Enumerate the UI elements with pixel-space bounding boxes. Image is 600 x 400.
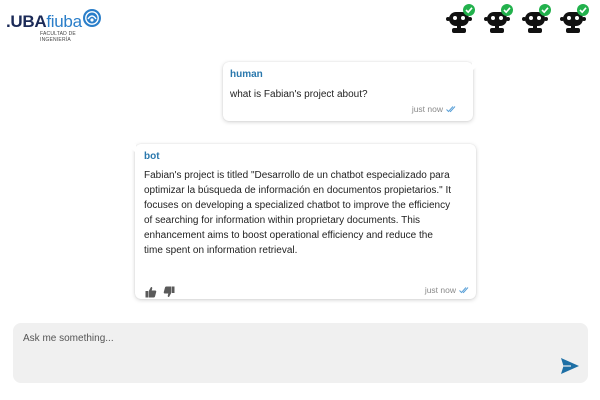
double-check-icon xyxy=(446,106,456,113)
robot-online-icon[interactable] xyxy=(521,3,553,35)
thumbs-up-icon[interactable] xyxy=(145,285,157,303)
message-text: what is Fabian's project about? xyxy=(230,89,368,100)
fiuba-emblem-icon xyxy=(83,9,101,27)
robot-online-icon[interactable] xyxy=(483,3,515,35)
message-meta: just now xyxy=(412,104,458,114)
human-message-bubble: human what is Fabian's project about? ju… xyxy=(223,62,481,121)
message-sender: human xyxy=(230,69,263,80)
app-header: .UBAfiuba Facultad de Ingeniería xyxy=(0,0,600,44)
message-feedback xyxy=(145,285,177,303)
logo-fiuba-text: fiuba xyxy=(46,12,82,31)
send-icon[interactable] xyxy=(560,356,580,376)
fiuba-logo: .UBAfiuba Facultad de Ingeniería xyxy=(6,8,106,43)
message-time: just now xyxy=(424,285,456,295)
message-composer xyxy=(13,323,588,383)
message-time: just now xyxy=(411,104,443,114)
message-input[interactable] xyxy=(21,331,545,375)
message-text: Fabian's project is titled "Desarrollo d… xyxy=(144,170,452,256)
logo-uba-text: .UBA xyxy=(6,12,47,31)
message-meta: just now xyxy=(425,285,471,295)
bot-status-group xyxy=(445,3,595,37)
robot-online-icon[interactable] xyxy=(559,3,591,35)
message-sender: bot xyxy=(144,151,160,162)
double-check-icon xyxy=(459,287,469,294)
bot-message-bubble: bot Fabian's project is titled "Desarrol… xyxy=(127,144,476,299)
thumbs-down-icon[interactable] xyxy=(163,285,175,303)
robot-online-icon[interactable] xyxy=(445,3,477,35)
logo-subtitle: Facultad de Ingeniería xyxy=(40,31,76,43)
